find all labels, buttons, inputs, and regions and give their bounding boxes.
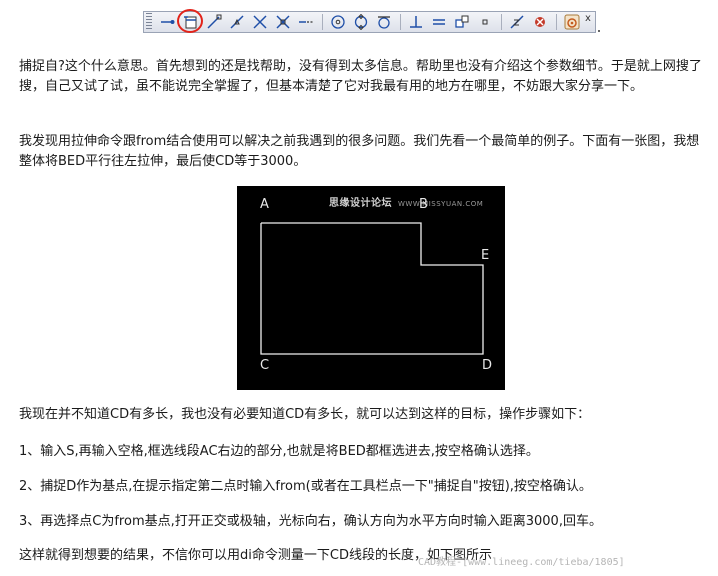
snap-perpendicular-icon[interactable]: [406, 12, 426, 32]
toolbar-close-button[interactable]: x: [583, 14, 593, 24]
article-paragraph: 捕捉自?这个什么意思。首先想到的还是找帮助，没有得到太多信息。帮助里也没有介绍这…: [19, 59, 702, 94]
figure-watermark: 思缘设计论坛 WWW.MISSYUAN.COM: [329, 198, 484, 209]
point-label-c: C: [260, 358, 270, 373]
snap-parallel-icon[interactable]: [429, 12, 449, 32]
toolbar-separator: [400, 14, 401, 30]
point-label-b: B: [419, 197, 428, 212]
highlight-ring: [177, 9, 203, 33]
step-3-text: 3、再选择点C为from基点,打开正交或极轴，光标向右，确认方向为水平方向时输入…: [19, 514, 602, 529]
article-paragraph: 我现在并不知道CD有多长，我也没有必要知道CD有多长，就可以达到这样的目标，操作…: [19, 407, 591, 422]
snap-tangent-icon[interactable]: [374, 12, 394, 32]
toolbar-separator: [322, 14, 323, 30]
osnap-settings-icon[interactable]: [562, 12, 582, 32]
point-label-e: E: [481, 248, 490, 263]
step-2-text: 2、捕捉D作为基点,在提示指定第二点时输入from(或者在工具栏点一下"捕捉自"…: [19, 479, 592, 494]
snap-extension-icon[interactable]: [296, 12, 316, 32]
toolbar-separator: [556, 14, 557, 30]
step-1-text: 1、输入S,再输入空格,框选线段AC右边的部分,也就是将BED都框选进去,按空格…: [19, 444, 539, 459]
snap-apparent-intersection-icon[interactable]: [273, 12, 293, 32]
snap-nearest-icon[interactable]: [507, 12, 527, 32]
snap-from-icon[interactable]: [177, 9, 203, 33]
snap-midpoint-icon[interactable]: [227, 12, 247, 32]
snap-center-icon[interactable]: [328, 12, 348, 32]
snap-none-icon[interactable]: [530, 12, 550, 32]
point-label-d: D: [482, 358, 493, 373]
point-label-a: A: [260, 197, 269, 212]
site-watermark: CAD教程-[www.lineeg.com/tieba/1805]: [418, 557, 625, 568]
snap-endpoint-icon[interactable]: [204, 12, 224, 32]
toolbar-resize-dot: [598, 30, 600, 32]
temp-track-point-icon[interactable]: [158, 12, 178, 32]
snap-quadrant-icon[interactable]: [351, 12, 371, 32]
snap-insert-icon[interactable]: [452, 12, 472, 32]
osnap-toolbar: x: [143, 9, 596, 33]
article-paragraph: 我发现用拉伸命令跟from结合使用可以解决之前我遇到的很多问题。我们先看一个最简…: [19, 134, 700, 169]
cad-shape: [260, 222, 484, 355]
snap-node-icon[interactable]: [475, 12, 495, 32]
toolbar-grip-handle[interactable]: [146, 13, 152, 31]
cad-drawing-figure: 思缘设计论坛 WWW.MISSYUAN.COM A B E C D: [237, 186, 505, 390]
toolbar-separator: [501, 14, 502, 30]
snap-intersection-icon[interactable]: [250, 12, 270, 32]
